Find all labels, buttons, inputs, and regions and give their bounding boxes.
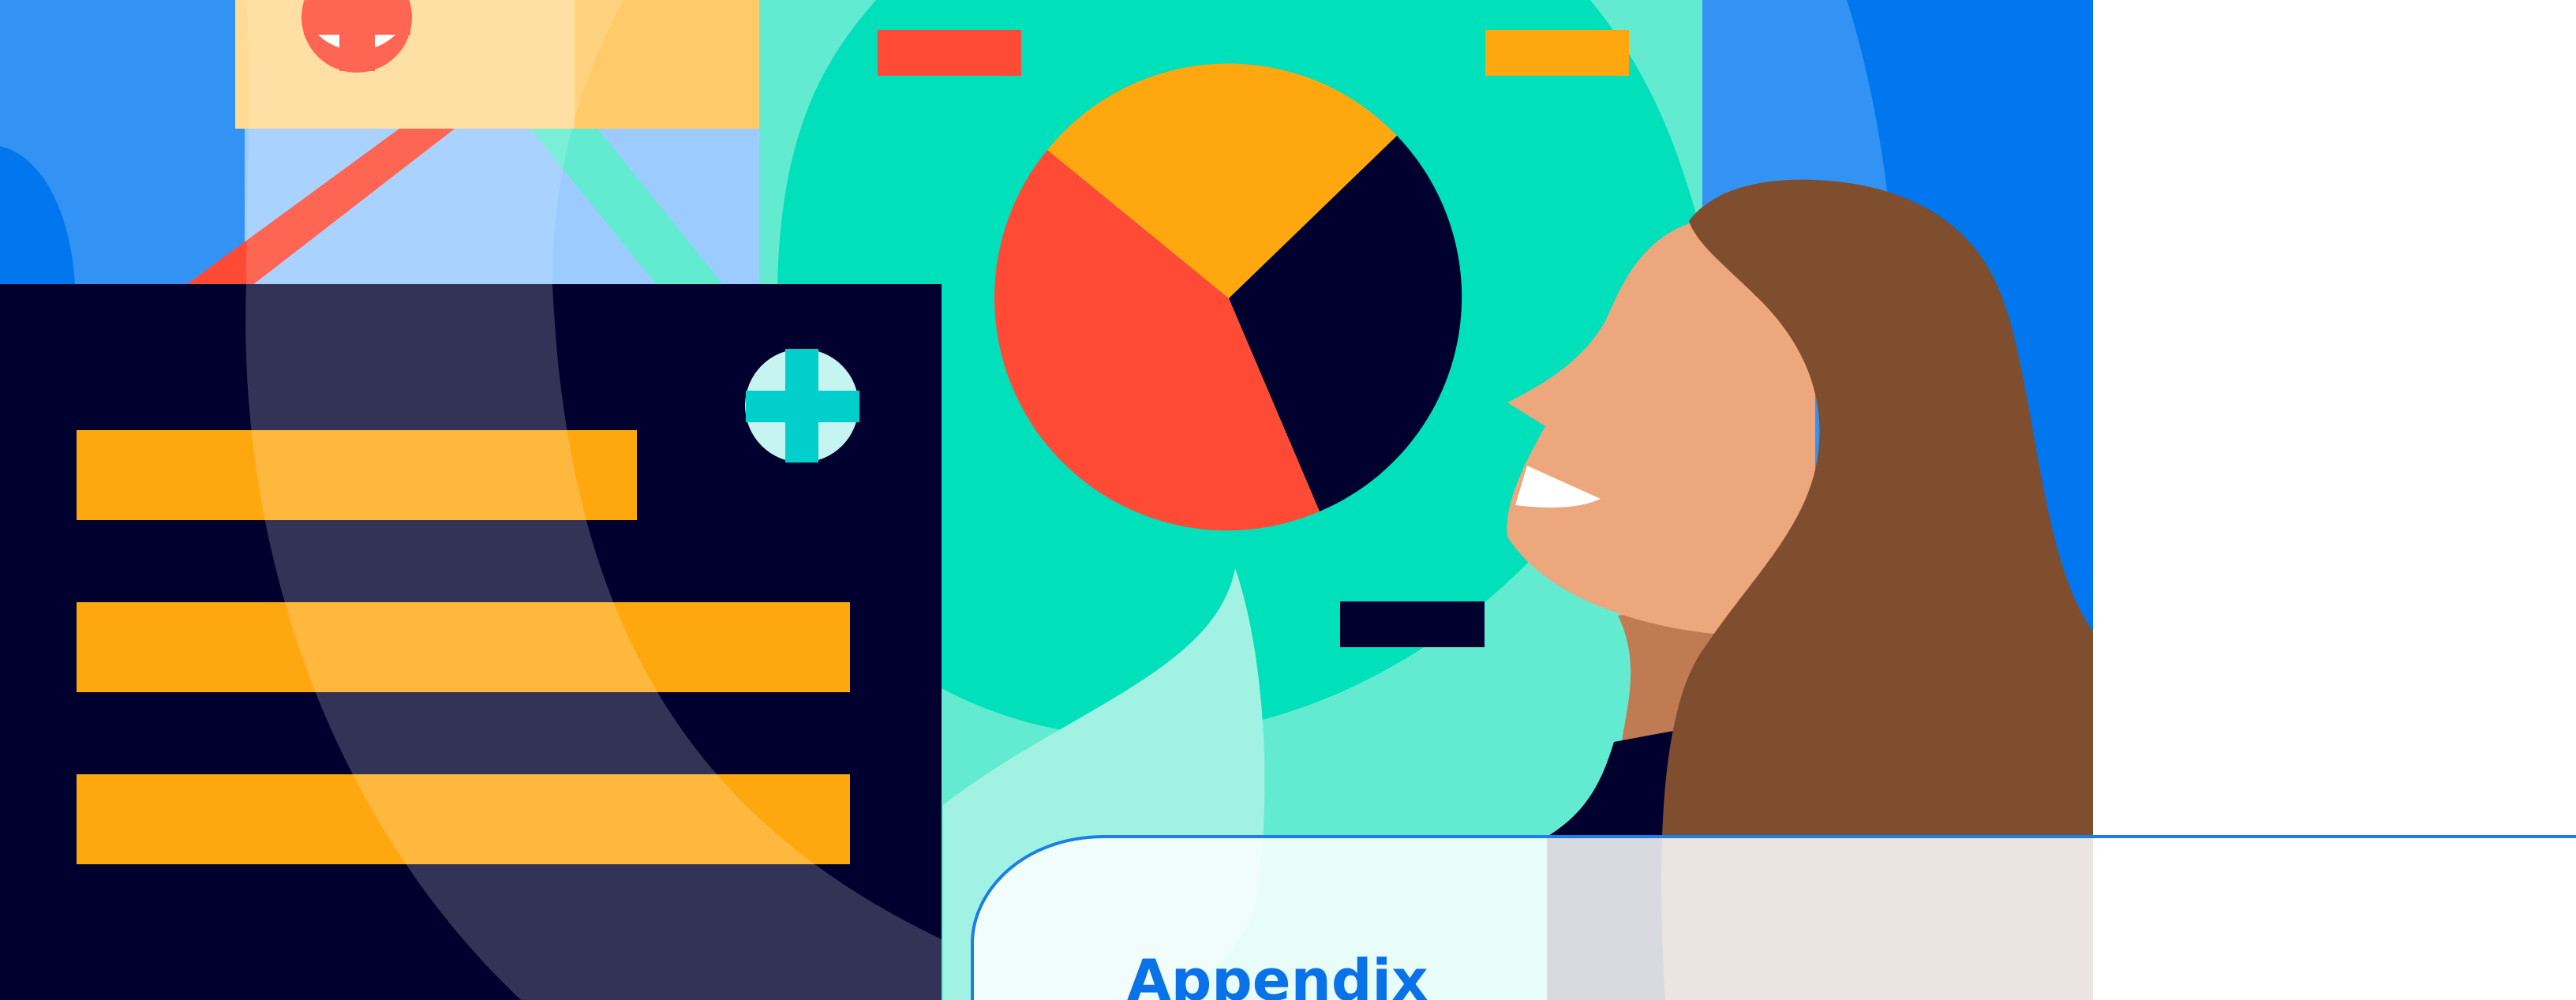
medical-cross-icon: [745, 349, 859, 463]
hero-illustration: Appendix: [0, 0, 2576, 1000]
pie-chart-icon: [994, 63, 1462, 531]
indicator-red: [878, 30, 1021, 76]
section-tab-title: Appendix: [1127, 947, 1428, 1000]
section-tab: Appendix: [971, 835, 2576, 1000]
indicator-navy: [1340, 601, 1485, 647]
indicator-orange: [1485, 30, 1629, 76]
